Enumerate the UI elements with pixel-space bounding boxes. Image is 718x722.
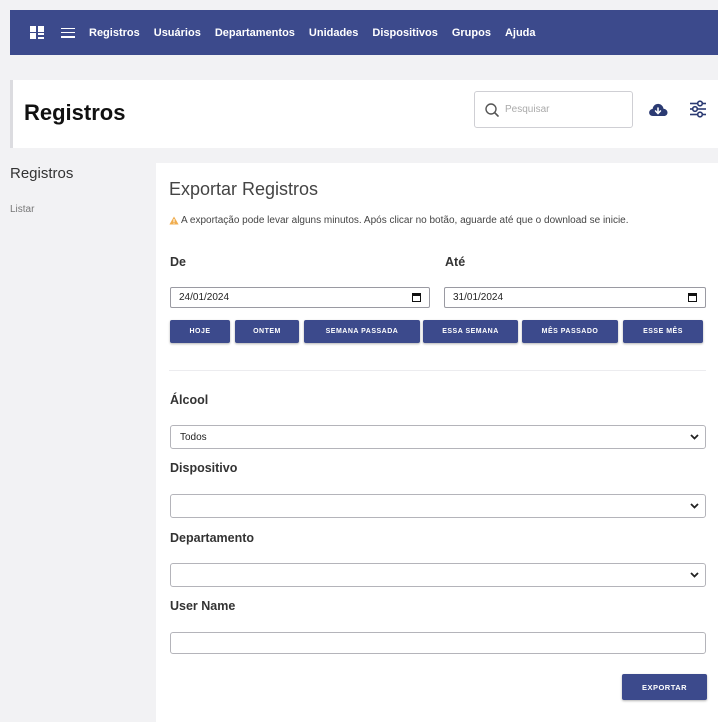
nav-item-departamentos[interactable]: Departamentos: [215, 27, 295, 39]
from-label: De: [170, 255, 186, 269]
this-week-button[interactable]: ESSA SEMANA: [423, 320, 518, 343]
device-label: Dispositivo: [170, 461, 238, 475]
this-month-button[interactable]: ESSE MÊS: [623, 320, 703, 343]
department-select[interactable]: [170, 563, 706, 587]
search-input[interactable]: [505, 104, 615, 115]
dashboard-grid-icon[interactable]: [30, 26, 44, 39]
from-date-input[interactable]: 24/01/2024: [170, 287, 430, 308]
page-header: Registros: [10, 80, 718, 148]
username-input[interactable]: [170, 632, 706, 654]
yesterday-button[interactable]: ONTEM: [235, 320, 299, 343]
to-label: Até: [445, 255, 466, 269]
sidebar-title: Registros: [10, 165, 74, 182]
warning-icon: [169, 216, 179, 225]
chevron-down-icon: [690, 503, 699, 509]
alcohol-select[interactable]: Todos: [170, 425, 706, 449]
sidebar-link-listar[interactable]: Listar: [10, 204, 34, 215]
divider: [169, 370, 706, 371]
to-date-input[interactable]: 31/01/2024: [444, 287, 706, 308]
export-card: Exportar Registros A exportação pode lev…: [156, 163, 718, 722]
today-button[interactable]: HOJE: [170, 320, 230, 343]
search-box[interactable]: [474, 91, 633, 128]
cloud-download-icon[interactable]: [648, 102, 668, 118]
to-date-value: 31/01/2024: [453, 292, 504, 303]
department-label: Departamento: [170, 531, 255, 545]
filter-sliders-icon[interactable]: [689, 100, 707, 118]
from-date-value: 24/01/2024: [179, 292, 230, 303]
nav-item-unidades[interactable]: Unidades: [309, 27, 359, 39]
warning-text: A exportação pode levar alguns minutos. …: [181, 215, 629, 226]
nav-item-registros[interactable]: Registros: [89, 27, 140, 39]
nav-item-ajuda[interactable]: Ajuda: [505, 27, 536, 39]
last-month-button[interactable]: MÊS PASSADO: [522, 320, 618, 343]
nav-item-grupos[interactable]: Grupos: [452, 27, 491, 39]
chevron-down-icon: [690, 434, 699, 440]
page-title: Registros: [24, 100, 126, 125]
search-icon: [485, 102, 499, 117]
export-title: Exportar Registros: [169, 179, 319, 199]
menu-list-icon[interactable]: [61, 27, 75, 38]
nav-item-dispositivos[interactable]: Dispositivos: [372, 27, 437, 39]
alcohol-select-value: Todos: [180, 431, 207, 443]
export-button[interactable]: EXPORTAR: [622, 674, 707, 700]
export-warning: A exportação pode levar alguns minutos. …: [169, 215, 629, 226]
calendar-icon[interactable]: [688, 293, 697, 302]
calendar-icon[interactable]: [412, 293, 421, 302]
alcohol-label: Álcool: [170, 393, 209, 407]
username-label: User Name: [170, 599, 236, 613]
device-select[interactable]: [170, 494, 706, 518]
last-week-button[interactable]: SEMANA PASSADA: [304, 320, 420, 343]
nav-item-usuarios[interactable]: Usuários: [154, 27, 201, 39]
top-navbar: Registros Usuários Departamentos Unidade…: [10, 10, 718, 55]
chevron-down-icon: [690, 572, 699, 578]
